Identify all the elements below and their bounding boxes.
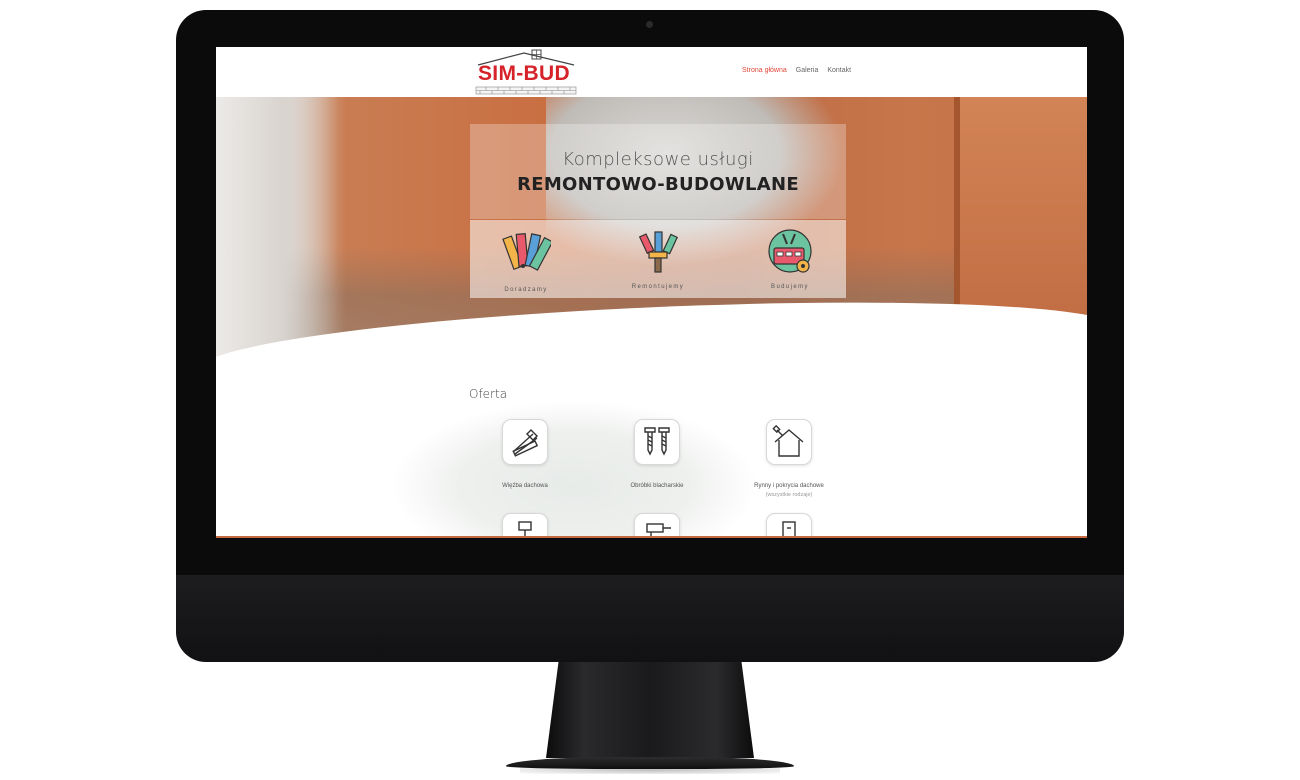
offer-sub-gutters: (wszystkie rodzaje) bbox=[765, 492, 813, 498]
logo-text: SIM-BUD bbox=[478, 62, 570, 85]
offer-section: Oferta Więźba dachowa Obróbki blacharski… bbox=[216, 362, 1087, 538]
hero-title-light: Kompleksowe usługi bbox=[562, 149, 754, 170]
monitor-chin bbox=[176, 575, 1124, 662]
service-build[interactable]: Budujemy bbox=[740, 220, 840, 298]
nav-item-home[interactable]: Strona główna bbox=[742, 67, 787, 74]
offer-icon-card-row2-1[interactable] bbox=[502, 513, 548, 538]
logo[interactable]: SIM-BUD bbox=[474, 49, 580, 95]
offer-title: Oferta bbox=[469, 387, 508, 401]
roof-truss-icon bbox=[512, 429, 539, 457]
offer-icon-card bbox=[766, 419, 812, 465]
house-roof-icon bbox=[772, 424, 804, 457]
hero-services-panel: Doradzamy Remontujemy Budujemy bbox=[470, 220, 846, 298]
offer-icon-card-row2-3[interactable] bbox=[766, 513, 812, 538]
plumbing-icon bbox=[513, 521, 537, 538]
service-label-build: Budujemy bbox=[771, 284, 809, 290]
service-label-advise: Doradzamy bbox=[504, 287, 548, 293]
main-nav: Strona główna Galeria Kontakt bbox=[742, 67, 851, 74]
offer-icon-card-row2-2[interactable] bbox=[634, 513, 680, 538]
hero-left-blur bbox=[216, 97, 346, 362]
service-advise[interactable]: Doradzamy bbox=[476, 220, 576, 298]
hero-title-bold: REMONTOWO-BUDOWLANE bbox=[517, 174, 799, 195]
offer-label-gutters: Rynny i pokrycia dachowe bbox=[754, 483, 824, 489]
service-label-renovate: Remontujemy bbox=[631, 284, 685, 290]
hero-section: Kompleksowe usługi REMONTOWO-BUDOWLANE D… bbox=[216, 97, 1087, 362]
screen-bottom-line bbox=[216, 536, 1087, 538]
paint-brushes-icon bbox=[638, 231, 679, 273]
nav-item-contact[interactable]: Kontakt bbox=[827, 67, 851, 74]
monitor-stand bbox=[546, 662, 754, 758]
offer-label-roof-truss: Więźba dachowa bbox=[502, 483, 548, 489]
construction-tools-icon bbox=[768, 229, 812, 273]
drill-icon bbox=[646, 523, 671, 538]
service-renovate[interactable]: Remontujemy bbox=[608, 220, 708, 298]
hero-title-panel: Kompleksowe usługi REMONTOWO-BUDOWLANE bbox=[470, 124, 846, 219]
camera-icon bbox=[646, 21, 653, 28]
color-palette-icon bbox=[502, 233, 551, 271]
offer-label-sheet-metal: Obróbki blacharskie bbox=[630, 483, 684, 489]
offer-background bbox=[394, 402, 754, 538]
base-shadow bbox=[520, 766, 780, 774]
site-header: SIM-BUD Strona główna Galeria Kontakt bbox=[216, 47, 1087, 97]
website-screen: SIM-BUD Strona główna Galeria Kontakt Ko… bbox=[216, 47, 1087, 538]
door-icon bbox=[782, 521, 796, 538]
offer-icon-card bbox=[502, 419, 548, 465]
offer-icon-card bbox=[634, 419, 680, 465]
screws-icon bbox=[644, 427, 670, 456]
nav-item-gallery[interactable]: Galeria bbox=[796, 67, 819, 74]
